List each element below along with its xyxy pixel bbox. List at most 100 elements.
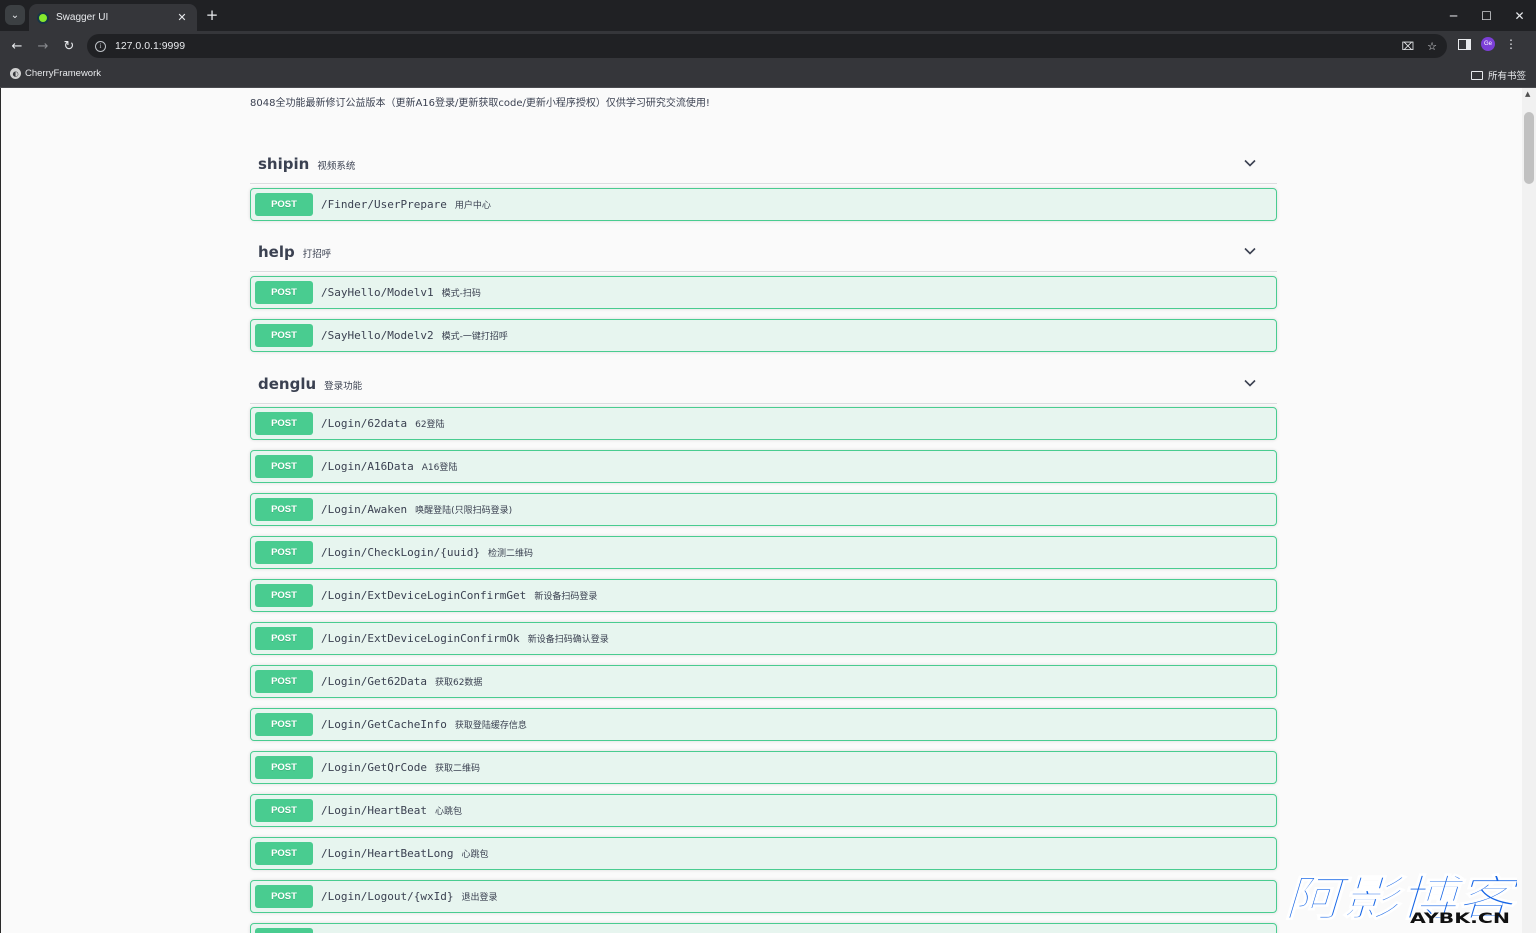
all-bookmarks-label: 所有书签 [1487,71,1526,82]
operation-path: /Login/GetCacheInfo [321,718,447,731]
operation-row[interactable]: POST /Login/Logout/{wxId} 退出登录 [250,880,1277,913]
bookmarks-bar: ◐ CherryFramework 所有书签 [0,61,1536,88]
new-tab-button[interactable]: + [204,6,220,24]
browser-toolbar: ← → ↻ i 127.0.0.1:9999 ⌧ ☆ Ge ⋮ [0,31,1536,61]
method-badge: POST [255,842,313,865]
operation-row[interactable]: POST /Login/62data 62登陆 [250,407,1277,440]
operation-path: /SayHello/Modelv2 [321,329,434,342]
translate-icon[interactable]: ⌧ [1401,38,1415,54]
operation-row[interactable]: POST /Login/Get62Data 获取62数据 [250,665,1277,698]
swagger-favicon-icon [37,11,49,24]
operation-path: /Login/CheckLogin/{uuid} [321,546,480,559]
operation-summary: 新设备扫码登录 [534,592,598,602]
tab-search-button[interactable]: ⌄ [5,5,25,25]
close-window-button[interactable]: ✕ [1503,0,1536,31]
operation-row[interactable]: POST /Login/GetCacheInfo 获取登陆缓存信息 [250,708,1277,741]
all-bookmarks-button[interactable]: 所有书签 [1470,68,1526,82]
operation-summary: 新设备扫码确认登录 [527,635,609,645]
method-badge: POST [255,324,313,347]
operation-path: /Login/HeartBeatLong [321,847,454,860]
folder-icon [1470,70,1483,80]
minimize-button[interactable]: ─ [1437,0,1470,31]
forward-button[interactable]: → [34,37,52,55]
operation-summary: 心跳包 [461,850,489,860]
operation-row[interactable]: POST /Login/HeartBeat 心跳包 [250,794,1277,827]
operation-summary: 退出登录 [461,893,498,903]
operation-row[interactable]: POST /Login/HeartBeatLong 心跳包 [250,837,1277,870]
operation-summary: 62登陆 [415,420,445,430]
operation-row[interactable]: POST /Finder/UserPrepare 用户中心 [250,188,1277,221]
bookmark-cherryframework[interactable]: ◐ CherryFramework [10,68,101,79]
method-badge [255,928,313,933]
chevron-down-icon[interactable] [1243,156,1257,170]
maximize-button[interactable]: ☐ [1470,0,1503,31]
tag-header-shipin[interactable]: shipin 视频系统 [250,144,1277,184]
tag-name: shipin [258,154,310,173]
operation-row[interactable]: POST /SayHello/Modelv2 模式-一键打招呼 [250,319,1277,352]
tab-title: Swagger UI [56,12,109,23]
operation-summary: 用户中心 [454,201,491,211]
page-viewport: 8048全功能最新修订公益版本（更新A16登录/更新获取code/更新小程序授权… [0,88,1522,933]
operation-summary: 检测二维码 [487,549,533,559]
scrollbar-thumb[interactable] [1524,112,1534,184]
method-badge: POST [255,670,313,693]
site-info-icon[interactable]: i [95,40,106,52]
tag-header-denglu[interactable]: denglu 登录功能 [250,364,1277,404]
operation-row[interactable]: POST /Login/GetQrCode 获取二维码 [250,751,1277,784]
reload-button[interactable]: ↻ [60,37,78,55]
tag-description: 登录功能 [324,380,363,392]
operation-summary: 获取二维码 [434,764,480,774]
operation-summary: 获取62数据 [434,678,483,688]
operation-path: /Login/A16Data [321,460,414,473]
operation-path: /Login/GetQrCode [321,761,427,774]
operation-summary: 模式-扫码 [441,289,481,299]
tag-description: 打招呼 [302,248,332,260]
tag-name: denglu [258,374,317,393]
operation-path: /Login/ExtDeviceLoginConfirmOk [321,632,520,645]
api-description: 8048全功能最新修订公益版本（更新A16登录/更新获取code/更新小程序授权… [250,98,710,109]
chevron-down-icon[interactable] [1243,244,1257,258]
operation-path: /Login/ExtDeviceLoginConfirmGet [321,589,527,602]
scroll-up-arrow-icon[interactable]: ▲ [1525,90,1530,98]
operation-summary: 心跳包 [434,807,462,817]
profile-avatar[interactable]: Ge [1481,37,1495,51]
browser-tab[interactable]: Swagger UI ✕ [29,4,197,31]
browser-titlebar: ⌄ Swagger UI ✕ + ─ ☐ ✕ [0,0,1536,31]
operation-path: /Finder/UserPrepare [321,198,447,211]
tag-description: 视频系统 [317,160,356,172]
close-tab-icon[interactable]: ✕ [175,11,189,24]
operation-row[interactable]: POST /Login/ExtDeviceLoginConfirmGet 新设备… [250,579,1277,612]
method-badge: POST [255,281,313,304]
operation-path: /Login/Awaken [321,503,408,516]
operation-row[interactable]: POST /Login/Awaken 唤醒登陆(只限扫码登录) [250,493,1277,526]
back-button[interactable]: ← [8,37,26,55]
tag-header-help[interactable]: help 打招呼 [250,232,1277,272]
operation-row[interactable]: POST /Login/CheckLogin/{uuid} 检测二维码 [250,536,1277,569]
operation-row[interactable]: POST /Login/ExtDeviceLoginConfirmOk 新设备扫… [250,622,1277,655]
operation-row[interactable] [250,923,1277,933]
operation-path: /Login/62data [321,417,408,430]
tag-name: help [258,242,295,261]
side-panel-icon[interactable] [1458,38,1471,50]
svg-text:AYBK.CN: AYBK.CN [1410,911,1510,925]
operation-summary: A16登陆 [421,463,458,473]
operation-path: /SayHello/Modelv1 [321,286,434,299]
menu-icon[interactable]: ⋮ [1505,37,1517,51]
address-bar[interactable]: i 127.0.0.1:9999 ⌧ ☆ [87,34,1447,58]
operation-path: /Login/Get62Data [321,675,427,688]
bookmark-label: CherryFramework [25,68,102,79]
operation-path: /Login/Logout/{wxId} [321,890,454,903]
operation-path: /Login/HeartBeat [321,804,427,817]
method-badge: POST [255,627,313,650]
method-badge: POST [255,584,313,607]
operation-summary: 模式-一键打招呼 [441,332,508,342]
method-badge: POST [255,756,313,779]
bookmark-star-icon[interactable]: ☆ [1425,38,1439,54]
globe-icon: ◐ [10,68,21,79]
operation-row[interactable]: POST /SayHello/Modelv1 模式-扫码 [250,276,1277,309]
operation-row[interactable]: POST /Login/A16Data A16登陆 [250,450,1277,483]
watermark-logo: 阿影博客 AYBK.CN [1284,871,1518,926]
chevron-down-icon[interactable] [1243,376,1257,390]
operation-summary: 获取登陆缓存信息 [454,721,527,731]
page-scrollbar[interactable]: ▲ [1522,88,1536,933]
